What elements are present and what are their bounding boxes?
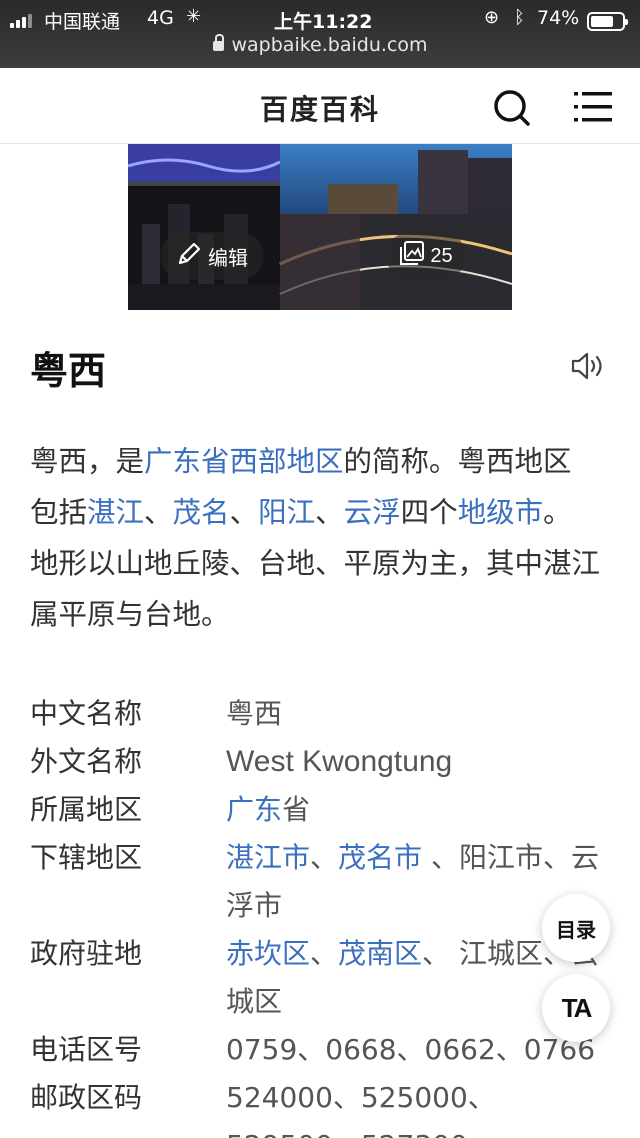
info-key: 电话区号	[30, 1033, 143, 1066]
summary-text: 粤西，是	[30, 445, 145, 478]
info-key: 下辖地区	[30, 841, 143, 874]
summary-text: 四个	[400, 496, 458, 529]
speaker-icon[interactable]	[570, 350, 606, 382]
summary-text: 、	[229, 496, 259, 529]
site-header: 百度百科	[0, 68, 640, 144]
pencil-icon	[176, 241, 202, 272]
summary-link[interactable]: 湛江	[87, 496, 144, 529]
status-bar: 中国联通 4G ✳ 上午11:22 ⊕ ᛒ 74% wapbaike.baidu…	[0, 0, 640, 68]
edit-label: 编辑	[208, 245, 248, 270]
article-summary: 粤西，是广东省西部地区的简称。粤西地区包括湛江、茂名、阳江、云浮四个地级市。地形…	[30, 436, 600, 640]
summary-link[interactable]: 云浮	[344, 496, 401, 529]
info-value: 0759、0668、0662、0766	[226, 1033, 596, 1066]
table-of-contents-button[interactable]: 目录	[542, 894, 610, 962]
info-row-chinese-name: 中文名称 粤西	[30, 690, 610, 738]
battery-icon	[587, 12, 628, 31]
link-maonan[interactable]: 茂南区	[338, 937, 422, 970]
info-value: West Kwongtung	[226, 745, 453, 778]
info-key: 政府驻地	[30, 937, 143, 970]
separator: 、	[310, 937, 339, 970]
signal-icon	[10, 14, 32, 28]
clock: 上午11:22	[274, 11, 373, 33]
link-guangdong[interactable]: 广东	[226, 793, 282, 826]
bluetooth-icon: ᛒ	[514, 7, 525, 28]
info-key: 所属地区	[30, 793, 143, 826]
info-row-postal-code: 邮政区码 524000、525000、529500、527300	[30, 1074, 610, 1138]
info-key: 中文名称	[30, 697, 143, 730]
link-chikan[interactable]: 赤坎区	[226, 937, 310, 970]
network-type: 4G	[147, 7, 174, 29]
lock-icon	[212, 34, 224, 51]
carrier-name: 中国联通	[44, 11, 121, 33]
loading-icon: ✳	[186, 6, 202, 27]
info-value: 524000、525000、529500、527300	[226, 1081, 496, 1138]
font-size-button[interactable]: TA	[542, 974, 610, 1042]
info-row-subdivisions: 下辖地区 湛江市、茂名市 、阳江市、云浮市	[30, 834, 610, 930]
edit-button[interactable]: 编辑	[160, 232, 264, 280]
gallery-icon	[399, 240, 425, 272]
info-row-government: 政府驻地 赤坎区、茂南区、 江城区、云城区	[30, 930, 610, 1026]
rotation-lock-icon: ⊕	[484, 7, 500, 28]
search-icon[interactable]	[492, 88, 532, 128]
summary-link[interactable]: 地级市	[458, 496, 544, 529]
url-text: wapbaike.baidu.com	[231, 34, 428, 56]
battery-percent: 74%	[537, 7, 580, 29]
image-count: 25	[430, 244, 453, 267]
summary-link[interactable]: 阳江	[258, 496, 315, 529]
separator: 、	[310, 841, 339, 874]
summary-link[interactable]: 茂名	[173, 496, 230, 529]
info-row-region: 所属地区 广东省	[30, 786, 610, 834]
url-bar[interactable]: wapbaike.baidu.com	[0, 34, 640, 56]
link-maoming[interactable]: 茂名市	[338, 841, 422, 874]
info-row-foreign-name: 外文名称 West Kwongtung	[30, 738, 610, 786]
banner-image[interactable]	[128, 144, 512, 310]
gallery-button[interactable]: 25	[386, 232, 466, 280]
info-key: 外文名称	[30, 745, 143, 778]
info-value: 省	[282, 793, 311, 826]
summary-text: 、	[144, 496, 173, 529]
baike-logo[interactable]: 百度百科	[0, 88, 640, 128]
summary-text: 、	[315, 496, 344, 529]
info-value: 粤西	[226, 697, 283, 730]
info-row-area-code: 电话区号 0759、0668、0662、0766	[30, 1026, 610, 1074]
page-title: 粤西	[30, 349, 107, 393]
link-zhanjiang[interactable]: 湛江市	[226, 841, 310, 874]
summary-link[interactable]: 广东省西部地区	[144, 445, 344, 478]
info-key: 邮政区码	[30, 1081, 143, 1114]
basic-info-table: 中文名称 粤西 外文名称 West Kwongtung 所属地区 广东省 下辖地…	[30, 690, 610, 1138]
menu-icon[interactable]	[574, 90, 612, 124]
